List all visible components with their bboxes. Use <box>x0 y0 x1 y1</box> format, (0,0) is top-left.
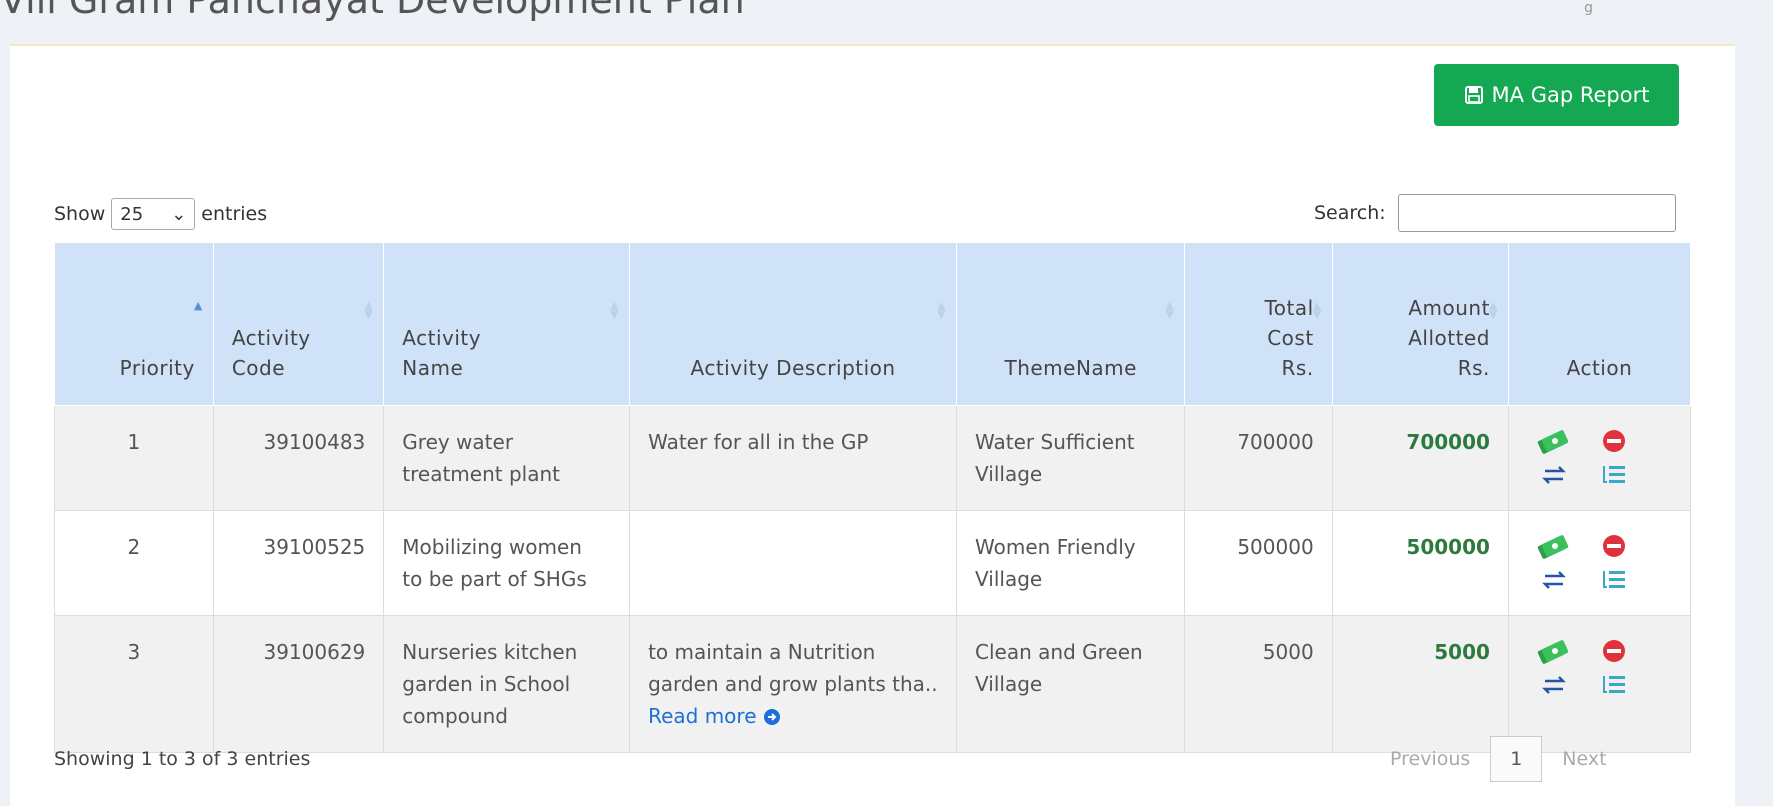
cell-amount-allotted: 700000 <box>1331 405 1509 511</box>
table-row: 2 39100525 Mobilizing women to be part of… <box>54 510 1692 616</box>
delete-icon[interactable] <box>1597 636 1631 666</box>
cell-name: Grey water treatment plant <box>383 405 631 511</box>
cell-name: Mobilizing women to be part of SHGs <box>383 510 631 616</box>
header-hint: g <box>1584 0 1593 16</box>
sort-icon: ▲ ▼ <box>364 299 374 321</box>
col-activity-description[interactable]: Activity Description ▲ ▼ <box>629 242 958 406</box>
cell-priority: 2 <box>54 510 214 616</box>
sort-icon: ▲ ▼ <box>937 299 947 321</box>
transfer-icon[interactable] <box>1537 565 1571 595</box>
entries-select-value: 25 <box>120 203 144 225</box>
cell-description <box>629 510 958 616</box>
cell-amount-allotted: 500000 <box>1331 510 1509 616</box>
col-priority[interactable]: Priority ▲ <box>54 242 214 406</box>
col-activity-name[interactable]: Activity Name ▲ ▼ <box>383 242 631 406</box>
search-control: Search: <box>1314 194 1676 232</box>
search-input[interactable] <box>1397 194 1676 232</box>
cell-code: 39100483 <box>212 405 385 511</box>
col-activity-code[interactable]: Activity Code ▲ ▼ <box>212 242 385 406</box>
chevron-down-icon: ⌄ <box>171 203 187 225</box>
pagination: Previous 1 Next <box>1390 736 1607 782</box>
table-info: Showing 1 to 3 of 3 entries <box>54 748 311 770</box>
cell-amount-allotted: 5000 <box>1331 615 1509 753</box>
col-total-cost[interactable]: Total Cost Rs. ▲ ▼ <box>1184 242 1333 406</box>
cell-total-cost: 700000 <box>1184 405 1333 511</box>
cell-theme: Clean and Green Village <box>956 615 1186 753</box>
sort-icon: ▲ ▼ <box>610 299 620 321</box>
cell-priority: 3 <box>54 615 214 753</box>
list-icon[interactable] <box>1597 670 1631 700</box>
activities-table: Priority ▲ Activity Code ▲ ▼ Activity Nam… <box>54 242 1692 753</box>
cell-theme: Water Sufficient Village <box>956 405 1186 511</box>
table-header-row: Priority ▲ Activity Code ▲ ▼ Activity Nam… <box>54 242 1692 406</box>
ma-gap-report-label: MA Gap Report <box>1491 83 1650 107</box>
cell-actions <box>1507 405 1692 511</box>
cell-total-cost: 500000 <box>1184 510 1333 616</box>
page-title: Vill Gram Panchayat Development Plan <box>0 0 745 22</box>
sort-icon: ▲ ▼ <box>1488 299 1498 321</box>
list-icon[interactable] <box>1597 565 1631 595</box>
money-icon[interactable] <box>1537 636 1571 666</box>
delete-icon[interactable] <box>1597 426 1631 456</box>
cell-description: Water for all in the GP <box>629 405 958 511</box>
cell-code: 39100525 <box>212 510 385 616</box>
col-amount-allotted[interactable]: Amount Allotted Rs. ▲ ▼ <box>1331 242 1509 406</box>
cell-description: to maintain a Nutrition garden and grow … <box>629 615 958 753</box>
ma-gap-report-button[interactable]: MA Gap Report <box>1434 64 1679 126</box>
show-label: Show <box>54 203 106 225</box>
cell-priority: 1 <box>54 405 214 511</box>
entries-select[interactable]: 25 ⌄ <box>111 198 196 230</box>
previous-button[interactable]: Previous <box>1390 748 1470 770</box>
cell-actions <box>1507 510 1692 616</box>
save-icon <box>1464 86 1483 104</box>
cell-actions <box>1507 615 1692 753</box>
cell-code: 39100629 <box>212 615 385 753</box>
search-label: Search: <box>1314 202 1386 224</box>
table-row: 1 39100483 Grey water treatment plant Wat… <box>54 405 1692 511</box>
sort-icon: ▲ ▼ <box>1165 299 1175 321</box>
next-button[interactable]: Next <box>1562 748 1606 770</box>
page-button-1[interactable]: 1 <box>1490 736 1543 782</box>
transfer-icon[interactable] <box>1537 460 1571 490</box>
cell-theme: Women Friendly Village <box>956 510 1186 616</box>
money-icon[interactable] <box>1537 426 1571 456</box>
arrow-circle-right-icon <box>763 709 780 725</box>
read-more-link[interactable]: Read more <box>648 704 781 728</box>
money-icon[interactable] <box>1537 531 1571 561</box>
transfer-icon[interactable] <box>1537 670 1571 700</box>
delete-icon[interactable] <box>1597 531 1631 561</box>
col-action: Action <box>1507 242 1692 406</box>
list-icon[interactable] <box>1597 460 1631 490</box>
sort-asc-icon: ▲ <box>193 299 203 312</box>
table-row: 3 39100629 Nurseries kitchen garden in Sc… <box>54 615 1692 753</box>
col-theme-name[interactable]: ThemeName ▲ ▼ <box>956 242 1186 406</box>
length-control: Show 25 ⌄ entries <box>54 198 267 230</box>
cell-total-cost: 5000 <box>1184 615 1333 753</box>
entries-label: entries <box>201 203 268 225</box>
sort-icon: ▲ ▼ <box>1312 299 1322 321</box>
cell-name: Nurseries kitchen garden in School compoun… <box>383 615 631 753</box>
